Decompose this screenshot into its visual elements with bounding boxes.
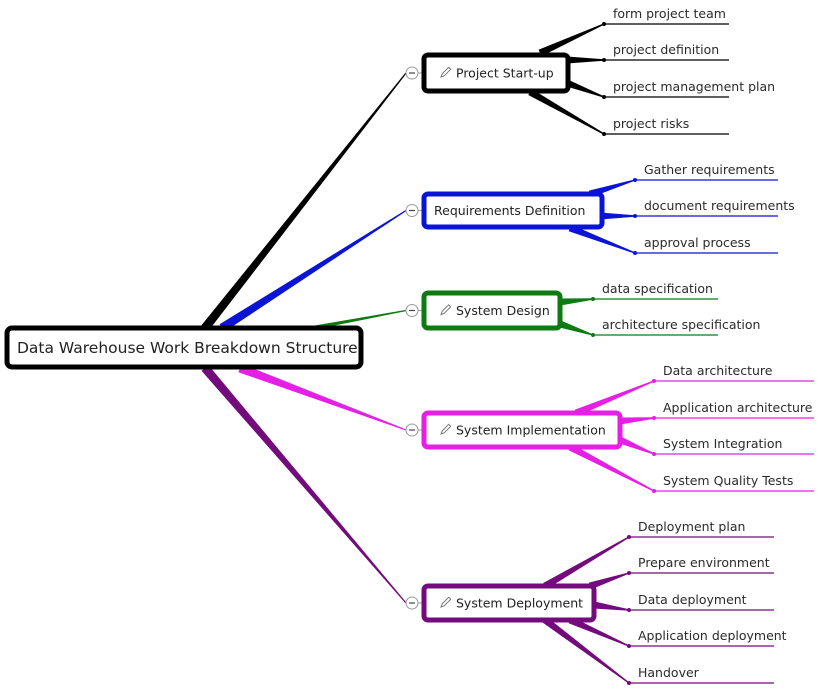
child-link xyxy=(618,436,655,455)
root-topic[interactable]: Data Warehouse Work Breakdown Structure xyxy=(4,325,364,370)
root-topic-label: Data Warehouse Work Breakdown Structure xyxy=(17,339,358,357)
collapse-minus-icon[interactable] xyxy=(405,596,419,610)
child-link xyxy=(568,443,655,492)
collapse-minus-icon[interactable] xyxy=(405,423,419,437)
subtopic-label: approval process xyxy=(644,235,751,250)
main-topic[interactable]: System Deployment xyxy=(421,583,597,623)
main-topic[interactable]: System Implementation xyxy=(421,410,623,450)
subtopic-label: Gather requirements xyxy=(644,162,775,177)
subtopic-label: Prepare environment xyxy=(638,555,770,570)
main-topic-label: System Deployment xyxy=(456,596,583,611)
subtopic[interactable]: Deployment plan xyxy=(629,519,774,538)
subtopic-label: project definition xyxy=(613,42,719,57)
main-topic-label: Requirements Definition xyxy=(434,203,585,218)
subtopic-label: Data architecture xyxy=(663,363,773,378)
subtopic[interactable]: Data architecture xyxy=(654,363,814,382)
child-link xyxy=(567,56,604,64)
subtopic[interactable]: form project team xyxy=(604,6,729,25)
subtopic[interactable]: Handover xyxy=(629,665,774,684)
subtopic-label: form project team xyxy=(613,6,726,21)
main-topic[interactable]: System Design xyxy=(421,290,563,331)
subtopic[interactable]: project management plan xyxy=(604,79,775,98)
collapse-minus-icon[interactable] xyxy=(405,204,419,217)
subtopic-label: architecture specification xyxy=(602,317,760,332)
subtopic[interactable]: Prepare environment xyxy=(629,555,774,574)
main-topic[interactable]: Project Start-up xyxy=(421,52,571,94)
subtopic[interactable]: project definition xyxy=(604,42,729,61)
collapse-minus-icon[interactable] xyxy=(405,304,419,317)
subtopic-label: project management plan xyxy=(613,79,775,94)
branch-link xyxy=(238,363,407,431)
subtopic[interactable]: Data deployment xyxy=(629,592,774,611)
child-link xyxy=(600,212,635,220)
child-link xyxy=(528,88,605,135)
subtopic-label: Data deployment xyxy=(638,592,747,607)
main-topic[interactable]: Requirements Definition xyxy=(421,191,605,230)
subtopic-label: document requirements xyxy=(644,198,795,213)
subtopic-label: Application deployment xyxy=(638,628,787,643)
subtopic-label: System Quality Tests xyxy=(663,473,793,488)
branch-link xyxy=(201,72,407,331)
subtopic[interactable]: Gather requirements xyxy=(635,162,778,181)
main-topic-label: System Design xyxy=(456,303,550,318)
child-link xyxy=(619,417,655,425)
subtopic[interactable]: data specification xyxy=(593,281,718,300)
branch-system-implementation: Data architecture Application architectur… xyxy=(405,363,814,492)
subtopic-label: Handover xyxy=(638,665,700,680)
child-link xyxy=(538,23,605,57)
child-link xyxy=(558,320,594,336)
child-link xyxy=(543,536,630,590)
subtopic[interactable]: project risks xyxy=(604,116,729,135)
child-link xyxy=(565,79,605,98)
branch-project-start-up: form project team project definition proje… xyxy=(405,6,775,135)
subtopic[interactable]: System Integration xyxy=(654,436,814,455)
subtopic[interactable]: Application deployment xyxy=(629,628,787,647)
mind-map-canvas: form project team project definition proje… xyxy=(4,6,814,685)
subtopic-label: Application architecture xyxy=(663,400,813,415)
subtopic[interactable]: architecture specification xyxy=(593,317,760,336)
subtopic[interactable]: document requirements xyxy=(635,198,795,217)
subtopic-label: Deployment plan xyxy=(638,519,745,534)
child-link xyxy=(559,298,594,306)
subtopic-label: data specification xyxy=(602,281,713,296)
subtopic-label: project risks xyxy=(613,116,689,131)
branch-system-design: data specification architecture specifica… xyxy=(405,281,760,336)
collapse-minus-icon[interactable] xyxy=(405,66,419,80)
main-topic-label: System Implementation xyxy=(456,423,606,438)
nodes-layer: form project team project definition proje… xyxy=(4,6,814,684)
main-topic-label: Project Start-up xyxy=(456,66,554,81)
subtopic[interactable]: System Quality Tests xyxy=(654,473,814,492)
subtopic[interactable]: Application architecture xyxy=(654,400,814,419)
subtopic-label: System Integration xyxy=(663,436,782,451)
subtopic[interactable]: approval process xyxy=(635,235,778,254)
child-link xyxy=(593,601,630,611)
branch-link xyxy=(201,365,407,604)
